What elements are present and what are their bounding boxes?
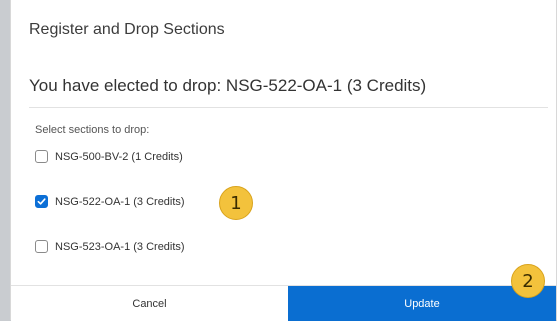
register-drop-dialog: Register and Drop Sections You have elec… <box>10 0 557 321</box>
section-option-label: NSG-523-OA-1 (3 Credits) <box>55 240 185 253</box>
check-icon <box>37 198 46 205</box>
checkbox-unchecked[interactable] <box>35 150 48 163</box>
select-sections-label: Select sections to drop: <box>35 124 150 136</box>
section-option-nsg-523[interactable]: NSG-523-OA-1 (3 Credits) <box>35 240 185 253</box>
section-option-label: NSG-522-OA-1 (3 Credits) <box>55 195 185 208</box>
divider <box>29 107 548 108</box>
checkbox-unchecked[interactable] <box>35 240 48 253</box>
callout-badge-1: 1 <box>219 186 253 220</box>
section-option-label: NSG-500-BV-2 (1 Credits) <box>55 150 183 163</box>
drop-summary: You have elected to drop: NSG-522-OA-1 (… <box>29 76 427 95</box>
section-option-nsg-522[interactable]: NSG-522-OA-1 (3 Credits) <box>35 195 185 208</box>
callout-badge-2: 2 <box>511 264 545 298</box>
cancel-button[interactable]: Cancel <box>11 286 288 321</box>
section-option-nsg-500[interactable]: NSG-500-BV-2 (1 Credits) <box>35 150 183 163</box>
dialog-title: Register and Drop Sections <box>29 21 225 38</box>
checkbox-checked[interactable] <box>35 195 48 208</box>
dialog-footer: Cancel Update <box>11 285 556 321</box>
